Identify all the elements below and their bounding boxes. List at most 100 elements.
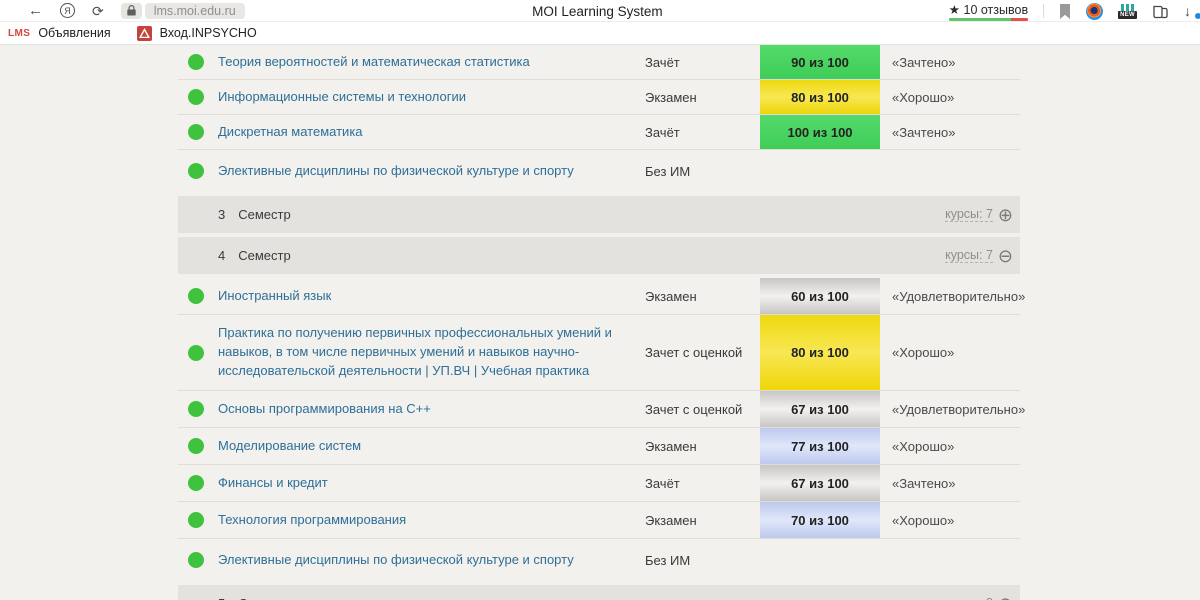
table-row: Технология программирования Экзамен 70 и… [178, 502, 1020, 539]
score-badge: 77 из 100 [760, 428, 880, 464]
grade-label: «Хорошо» [892, 90, 954, 105]
score-badge: 67 из 100 [760, 465, 880, 501]
expand-toggle-icon[interactable]: ⊖ [998, 247, 1013, 265]
course-link[interactable]: Основы программирования на C++ [218, 400, 645, 419]
downloads-icon[interactable]: ↓ [1184, 3, 1198, 19]
expand-toggle-icon[interactable]: ⊕ [998, 595, 1013, 600]
bookmark-label: Объявления [38, 26, 110, 40]
reviews-count-label: 10 отзывов [964, 3, 1029, 17]
semester-number: 4 [218, 248, 225, 263]
inpsycho-favicon [137, 26, 152, 41]
exam-type-label: Зачет с оценкой [645, 345, 760, 360]
course-link[interactable]: Информационные системы и технологии [218, 88, 645, 107]
ssl-lock-icon[interactable] [121, 3, 142, 19]
exam-type-label: Экзамен [645, 289, 760, 304]
status-dot-icon [188, 475, 204, 491]
semester-row-right: курсы: 7 ⊖ [945, 247, 1020, 265]
score-badge: 80 из 100 [760, 315, 880, 390]
course-link[interactable]: Практика по получению первичных професси… [218, 324, 645, 381]
grade-label: «Удовлетворительно» [892, 289, 1025, 304]
course-link[interactable]: Теория вероятностей и математическая ста… [218, 53, 645, 72]
collections-icon[interactable] [1152, 4, 1169, 19]
grade-label: «Зачтено» [892, 125, 955, 140]
bookmark-flag-icon[interactable] [1059, 4, 1071, 19]
semester-header-row[interactable]: 4 Семестр курсы: 7 ⊖ [178, 237, 1020, 274]
status-dot-icon [188, 512, 204, 528]
table-row: Теория вероятностей и математическая ста… [178, 45, 1020, 80]
star-icon: ★ [949, 3, 960, 17]
bookmark-item-lms[interactable]: LMS Объявления [8, 26, 137, 40]
course-link[interactable]: Дискретная математика [218, 123, 645, 142]
yandex-icon[interactable]: Я [60, 3, 75, 18]
score-badge: 70 из 100 [760, 502, 880, 538]
courses-count-link[interactable]: курсы: 7 [945, 207, 993, 222]
extension-new-icon[interactable]: NEW [1118, 4, 1137, 19]
exam-type-label: Зачёт [645, 125, 760, 140]
browser-chrome: ← Я ⟳ lms.moi.edu.ru MOI Learning System… [0, 0, 1200, 45]
table-row: Практика по получению первичных професси… [178, 315, 1020, 391]
exam-type-label: Без ИМ [645, 553, 760, 568]
grade-label: «Зачтено» [892, 476, 955, 491]
semester-label: Семестр [238, 207, 290, 222]
course-link[interactable]: Элективные дисциплины по физической куль… [218, 551, 645, 570]
semester-label: Семестр [238, 248, 290, 263]
exam-type-label: Зачёт [645, 476, 760, 491]
page-title: MOI Learning System [532, 0, 663, 22]
courses-count-link[interactable]: курсы: 8 [945, 596, 993, 600]
status-dot-icon [188, 163, 204, 179]
score-badge: 80 из 100 [760, 80, 880, 114]
table-row: Моделирование систем Экзамен 77 из 100 «… [178, 428, 1020, 465]
status-dot-icon [188, 288, 204, 304]
toolbar-divider [1043, 4, 1044, 18]
bookmark-item-inpsycho[interactable]: Вход.INPSYCHO [137, 26, 283, 41]
grade-label: «Удовлетворительно» [892, 402, 1025, 417]
score-badge: 90 из 100 [760, 45, 880, 79]
course-link[interactable]: Технология программирования [218, 511, 645, 530]
table-row: Дискретная математика Зачёт 100 из 100 «… [178, 115, 1020, 150]
bookmark-label: Вход.INPSYCHO [160, 26, 257, 40]
table-row: Иностранный язык Экзамен 60 из 100 «Удов… [178, 278, 1020, 315]
status-dot-icon [188, 345, 204, 361]
exam-type-label: Экзамен [645, 90, 760, 105]
score-badge: 60 из 100 [760, 278, 880, 314]
exam-type-label: Зачет с оценкой [645, 402, 760, 417]
browser-toolbar: ← Я ⟳ lms.moi.edu.ru MOI Learning System… [0, 0, 1200, 22]
table-row: Финансы и кредит Зачёт 67 из 100 «Зачтен… [178, 465, 1020, 502]
table-row: Элективные дисциплины по физической куль… [178, 539, 1020, 581]
status-dot-icon [188, 89, 204, 105]
semester-header-row[interactable]: 3 Семестр курсы: 7 ⊕ [178, 196, 1020, 233]
course-link[interactable]: Элективные дисциплины по физической куль… [218, 162, 645, 181]
refresh-icon[interactable]: ⟳ [92, 4, 104, 18]
semester-row-right: курсы: 7 ⊕ [945, 206, 1020, 224]
toolbar-right-cluster: ★ 10 отзывов NEW ↓ [949, 0, 1200, 22]
courses-count-link[interactable]: курсы: 7 [945, 248, 993, 263]
extension-camera-icon[interactable] [1086, 3, 1103, 20]
semester-header-row[interactable]: 5 Семестр курсы: 8 ⊕ [178, 585, 1020, 600]
expand-toggle-icon[interactable]: ⊕ [998, 206, 1013, 224]
lms-favicon: LMS [8, 28, 30, 39]
status-dot-icon [188, 124, 204, 140]
course-link[interactable]: Иностранный язык [218, 287, 645, 306]
bookmarks-bar: LMS Объявления Вход.INPSYCHO [0, 22, 1200, 45]
exam-type-label: Экзамен [645, 513, 760, 528]
course-link[interactable]: Финансы и кредит [218, 474, 645, 493]
exam-type-label: Без ИМ [645, 164, 760, 179]
new-badge: NEW [1118, 11, 1137, 19]
score-badge: 100 из 100 [760, 115, 880, 149]
address-bar[interactable]: lms.moi.edu.ru [145, 3, 245, 19]
site-reviews-button[interactable]: ★ 10 отзывов [949, 2, 1028, 21]
score-badge: 67 из 100 [760, 391, 880, 427]
exam-type-label: Экзамен [645, 439, 760, 454]
course-link[interactable]: Моделирование систем [218, 437, 645, 456]
download-notification-dot [1195, 13, 1200, 19]
back-icon[interactable]: ← [28, 3, 43, 18]
exam-type-label: Зачёт [645, 55, 760, 70]
table-row: Информационные системы и технологии Экза… [178, 80, 1020, 115]
page-content: Теория вероятностей и математическая ста… [0, 45, 1200, 599]
grade-label: «Зачтено» [892, 55, 955, 70]
semester-row-right: курсы: 8 ⊕ [945, 595, 1020, 600]
semester-number: 3 [218, 207, 225, 222]
grade-label: «Хорошо» [892, 345, 954, 360]
status-dot-icon [188, 401, 204, 417]
status-dot-icon [188, 54, 204, 70]
